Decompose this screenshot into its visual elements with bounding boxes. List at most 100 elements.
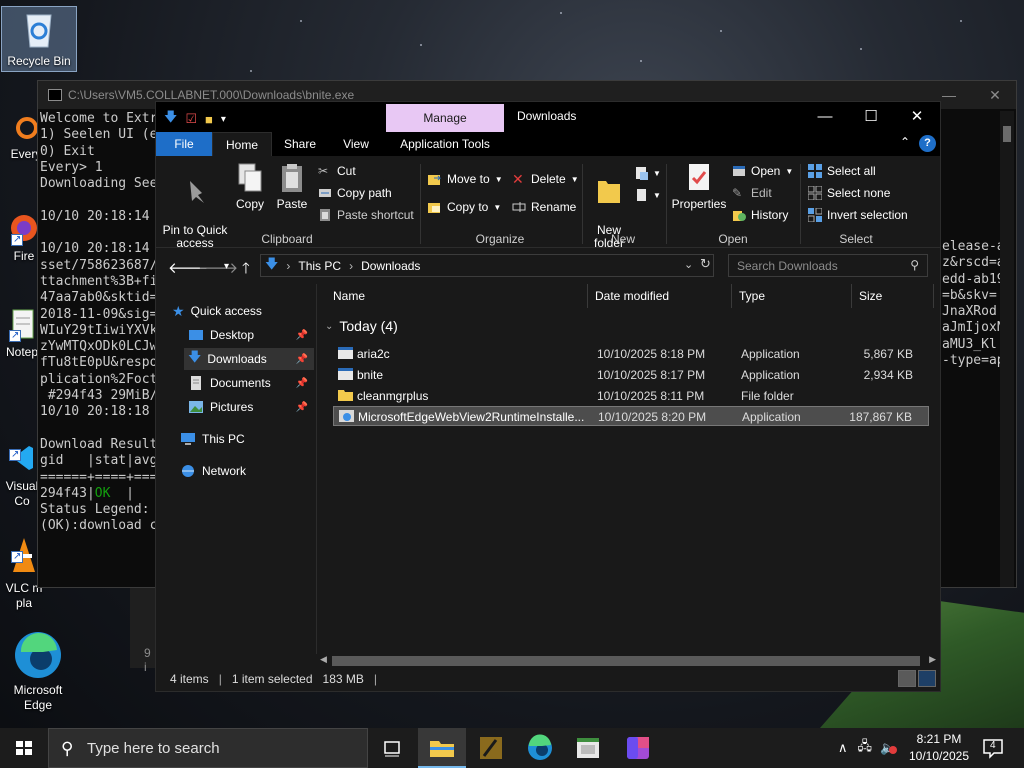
- pinned-icon: 📌: [295, 377, 308, 389]
- tab-application-tools[interactable]: Application Tools: [386, 132, 504, 156]
- column-header-date[interactable]: Date modified: [595, 284, 669, 308]
- paste-shortcut-button[interactable]: Paste shortcut: [318, 208, 414, 222]
- scroll-thumb[interactable]: [332, 656, 920, 666]
- nav-this-pc[interactable]: This PC: [180, 428, 312, 450]
- address-history-dropdown[interactable]: ⌄: [684, 258, 693, 271]
- invert-selection-button[interactable]: Invert selection: [807, 207, 908, 223]
- console-scroll-thumb[interactable]: [1003, 126, 1011, 142]
- move-to-button[interactable]: Move to ▼: [428, 172, 503, 186]
- address-bar[interactable]: 🡇 › This PC › Downloads: [260, 254, 714, 277]
- start-button[interactable]: [0, 728, 48, 768]
- column-header-size[interactable]: Size: [859, 284, 882, 308]
- copy-button[interactable]: Copy: [232, 160, 268, 211]
- column-divider[interactable]: [587, 284, 588, 308]
- task-view-button[interactable]: [368, 728, 416, 768]
- properties-qat-icon[interactable]: ☑: [185, 111, 197, 127]
- edit-button[interactable]: ✎ Edit: [732, 186, 772, 200]
- cut-label: Cut: [337, 164, 356, 178]
- taskbar-app-installer[interactable]: [564, 728, 612, 768]
- tab-home[interactable]: Home: [212, 132, 272, 156]
- file-row[interactable]: aria2c 10/10/2025 8:18 PM Application 5,…: [333, 344, 929, 364]
- select-all-button[interactable]: Select all: [808, 164, 876, 178]
- breadcrumb-this-pc[interactable]: This PC: [298, 259, 341, 273]
- nav-desktop[interactable]: Desktop 📌: [188, 324, 314, 346]
- horizontal-scrollbar[interactable]: ◀ ▶: [316, 654, 940, 668]
- nav-label: This PC: [202, 432, 245, 446]
- explorer-close-button[interactable]: ✕: [894, 102, 940, 132]
- up-button[interactable]: 🡑: [242, 258, 250, 283]
- nav-network[interactable]: Network: [180, 460, 312, 482]
- help-icon[interactable]: ?: [919, 135, 936, 152]
- taskbar-app-winrar[interactable]: [468, 728, 516, 768]
- rename-button[interactable]: Rename: [512, 200, 576, 214]
- select-none-button[interactable]: Select none: [807, 185, 890, 201]
- explorer-minimize-button[interactable]: —: [802, 102, 848, 132]
- tab-view[interactable]: View: [328, 132, 384, 156]
- taskbar-microsoft-edge[interactable]: [516, 728, 564, 768]
- nav-documents[interactable]: Documents 📌: [188, 372, 314, 394]
- tab-share[interactable]: Share: [276, 132, 324, 156]
- details-view-icon[interactable]: [898, 670, 916, 687]
- history-button[interactable]: History: [732, 208, 788, 222]
- search-input[interactable]: Search Downloads ⚲: [728, 254, 928, 277]
- explorer-titlebar[interactable]: 🡇 ☑ ■ ▾ Manage Downloads — ☐ ✕: [156, 102, 940, 132]
- nav-quick-access[interactable]: ★ Quick access: [172, 300, 312, 322]
- show-hidden-icons-button[interactable]: ∧: [838, 740, 848, 756]
- file-date: 10/10/2025 8:11 PM: [597, 389, 705, 403]
- column-divider[interactable]: [851, 284, 852, 308]
- file-row-selected[interactable]: MicrosoftEdgeWebView2RuntimeInstalle... …: [333, 406, 929, 426]
- file-explorer-window[interactable]: 🡇 ☑ ■ ▾ Manage Downloads — ☐ ✕ File Home…: [155, 101, 941, 692]
- column-divider[interactable]: [731, 284, 732, 308]
- group-header-today[interactable]: ⌄ Today (4): [325, 318, 398, 334]
- copy-to-button[interactable]: Copy to ▼: [428, 200, 501, 214]
- qat-customize-icon[interactable]: ▾: [221, 114, 226, 125]
- manage-contextual-tab[interactable]: Manage: [386, 104, 504, 132]
- network-status-icon[interactable]: 🖧: [858, 737, 873, 759]
- column-header-name[interactable]: Name: [333, 284, 365, 308]
- copy-path-button[interactable]: Copy path: [318, 186, 392, 200]
- refresh-icon[interactable]: ↻: [700, 256, 711, 272]
- paste-button[interactable]: Paste: [274, 160, 310, 211]
- scroll-right-icon[interactable]: ▶: [929, 654, 936, 665]
- new-item-button[interactable]: ▼: [634, 166, 661, 180]
- cut-button[interactable]: ✂ Cut: [318, 164, 356, 178]
- clipboard-icon: [277, 162, 307, 194]
- forward-button[interactable]: 🡒: [198, 258, 238, 277]
- open-label: Open: [751, 164, 781, 178]
- file-row[interactable]: cleanmgrplus 10/10/2025 8:11 PM File fol…: [333, 386, 929, 406]
- console-scrollbar[interactable]: [1000, 111, 1014, 587]
- star-icon: ★: [172, 302, 185, 319]
- taskbar-clock[interactable]: 8:21 PM 10/10/2025: [906, 731, 972, 765]
- easy-access-button[interactable]: ▼: [634, 188, 661, 202]
- file-size: 5,867 KB: [863, 347, 913, 361]
- taskbar-app-seelen[interactable]: [614, 728, 662, 768]
- taskbar-file-explorer[interactable]: [418, 728, 466, 768]
- scroll-left-icon[interactable]: ◀: [320, 654, 327, 665]
- console-close-button[interactable]: ✕: [972, 81, 1018, 109]
- breadcrumb-downloads[interactable]: Downloads: [361, 259, 420, 273]
- action-center-button[interactable]: 4: [982, 737, 1004, 759]
- recent-locations-button[interactable]: ▾: [224, 261, 229, 272]
- open-button[interactable]: Open ▼: [732, 164, 793, 178]
- nav-downloads[interactable]: 🡇 Downloads 📌: [184, 348, 314, 370]
- file-row[interactable]: bnite 10/10/2025 8:17 PM Application 2,9…: [333, 365, 929, 385]
- tab-file[interactable]: File: [156, 132, 212, 156]
- volume-muted-icon[interactable]: 🔈: [880, 740, 898, 756]
- desktop-icon-recycle-bin[interactable]: Recycle Bin: [1, 6, 77, 72]
- ribbon-collapse-icon[interactable]: ⌃: [900, 135, 910, 149]
- edit-pencil-icon: ✎: [732, 186, 743, 200]
- large-icons-view-icon[interactable]: [918, 670, 936, 687]
- taskbar-search-box[interactable]: ⚲ Type here to search: [48, 728, 368, 768]
- properties-button[interactable]: Properties: [670, 160, 728, 211]
- explorer-maximize-button[interactable]: ☐: [848, 102, 894, 132]
- new-folder-qat-icon[interactable]: ■: [205, 112, 213, 127]
- nav-pictures[interactable]: Pictures 📌: [188, 396, 314, 418]
- ribbon-tabs: File Home Share View Application Tools ⌃…: [156, 132, 940, 156]
- file-size: 2,934 KB: [863, 368, 913, 382]
- desktop-icon-microsoft-edge[interactable]: Microsoft Edge: [0, 600, 76, 728]
- delete-button[interactable]: ✕ Delete ▼: [512, 172, 579, 186]
- column-header-type[interactable]: Type: [739, 284, 765, 308]
- delete-label: Delete: [531, 172, 566, 186]
- column-divider[interactable]: [933, 284, 934, 308]
- network-icon: [180, 464, 196, 478]
